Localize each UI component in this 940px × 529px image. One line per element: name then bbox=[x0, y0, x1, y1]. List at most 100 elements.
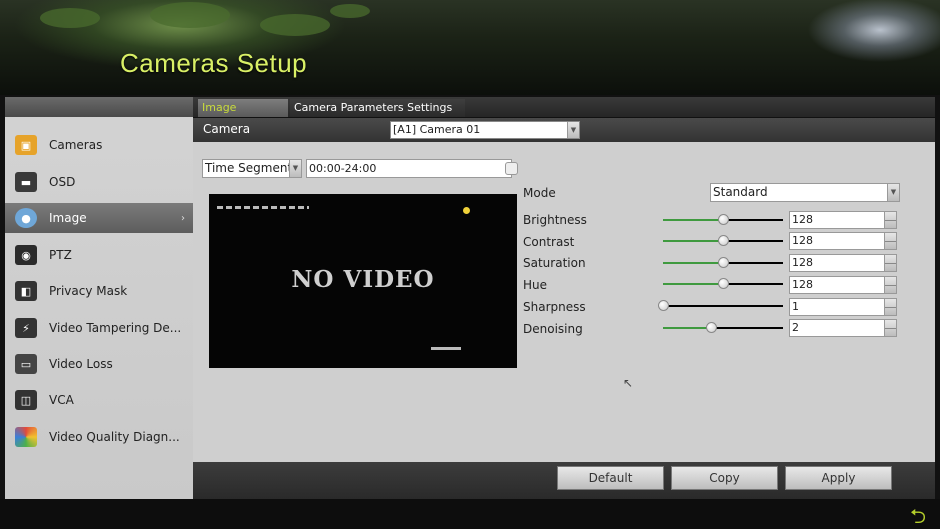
sidebar-item-vca[interactable]: ◫ VCA bbox=[5, 385, 193, 415]
slider-fill bbox=[663, 327, 711, 329]
contrast-slider[interactable] bbox=[663, 235, 783, 246]
copy-button[interactable]: Copy bbox=[671, 466, 778, 490]
privacy-mask-icon: ◧ bbox=[15, 281, 37, 301]
denoising-input[interactable]: 2 bbox=[789, 319, 897, 337]
sidebar-item-video-loss[interactable]: ▭ Video Loss bbox=[5, 349, 193, 379]
contrast-input[interactable]: 128 bbox=[789, 232, 897, 250]
slider-fill bbox=[663, 240, 723, 242]
vca-icon: ◫ bbox=[15, 390, 37, 410]
time-range-field[interactable]: 00:00-24:00 bbox=[306, 159, 512, 178]
default-button[interactable]: Default bbox=[557, 466, 664, 490]
sidebar-item-label: Video Loss bbox=[49, 357, 113, 371]
spin-button[interactable] bbox=[884, 277, 896, 293]
sidebar-item-label: PTZ bbox=[49, 248, 72, 262]
sidebar-item-label: Cameras bbox=[49, 138, 103, 152]
time-segment-select[interactable]: Time Segment ▼ bbox=[202, 159, 302, 178]
sidebar-item-label: VCA bbox=[49, 393, 74, 407]
contrast-value: 128 bbox=[792, 234, 813, 247]
chevron-down-icon[interactable]: ▼ bbox=[567, 122, 579, 138]
tab-camera-parameters[interactable]: Camera Parameters Settings bbox=[290, 99, 465, 117]
slider-fill bbox=[663, 219, 723, 221]
image-icon: ● bbox=[15, 208, 37, 228]
camera-select-value: [A1] Camera 01 bbox=[393, 123, 481, 136]
spin-button[interactable] bbox=[884, 320, 896, 336]
sidebar-item-video-quality[interactable]: Video Quality Diagn... bbox=[5, 422, 193, 452]
slider-handle[interactable] bbox=[706, 322, 717, 333]
sharpness-slider[interactable] bbox=[658, 300, 783, 311]
quality-icon bbox=[15, 427, 37, 447]
mouse-cursor-icon: ↖ bbox=[623, 376, 634, 390]
slider-handle[interactable] bbox=[718, 214, 729, 225]
camera-label: Camera bbox=[203, 122, 251, 136]
denoising-label: Denoising bbox=[523, 322, 583, 336]
no-video-text: NO VIDEO bbox=[291, 266, 435, 293]
sidebar: ▣ Cameras ▬ OSD ● Image › ◉ PTZ ◧ Privac… bbox=[5, 97, 193, 499]
contrast-label: Contrast bbox=[523, 235, 575, 249]
tab-image-settings[interactable]: Image Settings bbox=[198, 99, 288, 132]
sidebar-item-label: Image bbox=[49, 211, 87, 225]
brightness-slider[interactable] bbox=[663, 214, 783, 225]
mode-label: Mode bbox=[523, 186, 556, 200]
sharpness-label: Sharpness bbox=[523, 300, 586, 314]
brightness-value: 128 bbox=[792, 213, 813, 226]
bottom-bar: ⮌ bbox=[0, 499, 940, 529]
slider-handle[interactable] bbox=[718, 257, 729, 268]
tab-bar: Image Settings Camera Parameters Setting… bbox=[193, 97, 935, 132]
sidebar-item-label: Video Quality Diagn... bbox=[49, 430, 180, 444]
sidebar-item-video-tampering[interactable]: ⚡ Video Tampering De... bbox=[5, 313, 193, 343]
sidebar-item-image[interactable]: ● Image › bbox=[5, 203, 193, 233]
sidebar-header bbox=[5, 97, 193, 117]
brightness-label: Brightness bbox=[523, 213, 587, 227]
slider-handle[interactable] bbox=[718, 235, 729, 246]
video-loss-icon: ▭ bbox=[15, 354, 37, 374]
sidebar-item-ptz[interactable]: ◉ PTZ bbox=[5, 240, 193, 270]
slider-fill bbox=[663, 283, 723, 285]
sidebar-item-osd[interactable]: ▬ OSD bbox=[5, 167, 193, 197]
time-edit-button[interactable] bbox=[505, 162, 518, 175]
action-bar: Default Copy Apply bbox=[193, 462, 935, 499]
hue-slider[interactable] bbox=[663, 278, 783, 289]
slider-handle[interactable] bbox=[658, 300, 669, 311]
sharpness-input[interactable]: 1 bbox=[789, 298, 897, 316]
mode-select-value: Standard bbox=[713, 185, 768, 199]
slider-handle[interactable] bbox=[718, 278, 729, 289]
denoising-slider[interactable] bbox=[663, 322, 783, 333]
saturation-input[interactable]: 128 bbox=[789, 254, 897, 272]
chevron-down-icon[interactable]: ▼ bbox=[289, 160, 301, 177]
sidebar-item-cameras[interactable]: ▣ Cameras bbox=[5, 130, 193, 160]
apply-button[interactable]: Apply bbox=[785, 466, 892, 490]
hue-label: Hue bbox=[523, 278, 548, 292]
spin-button[interactable] bbox=[884, 212, 896, 228]
brightness-input[interactable]: 128 bbox=[789, 211, 897, 229]
chevron-down-icon[interactable]: ▼ bbox=[887, 184, 899, 201]
chevron-right-icon: › bbox=[181, 212, 185, 224]
camera-select[interactable]: [A1] Camera 01 ▼ bbox=[390, 121, 580, 139]
sidebar-item-label: Video Tampering De... bbox=[49, 321, 182, 335]
sidebar-item-label: OSD bbox=[49, 175, 76, 189]
saturation-slider[interactable] bbox=[663, 257, 783, 268]
spin-button[interactable] bbox=[884, 255, 896, 271]
spin-button[interactable] bbox=[884, 233, 896, 249]
camera-row: Camera [A1] Camera 01 ▼ bbox=[193, 118, 935, 142]
header-banner: Cameras Setup bbox=[0, 0, 940, 95]
sharpness-value: 1 bbox=[792, 300, 799, 313]
hue-value: 128 bbox=[792, 278, 813, 291]
slider-fill bbox=[663, 262, 723, 264]
back-icon[interactable]: ⮌ bbox=[910, 502, 926, 529]
osd-icon: ▬ bbox=[15, 172, 37, 192]
sidebar-item-privacy-mask[interactable]: ◧ Privacy Mask bbox=[5, 276, 193, 306]
osd-camera-name-overlay bbox=[431, 347, 461, 350]
status-dot-icon bbox=[463, 207, 470, 214]
mode-select[interactable]: Standard ▼ bbox=[710, 183, 900, 202]
denoising-value: 2 bbox=[792, 321, 799, 334]
sidebar-item-label: Privacy Mask bbox=[49, 284, 128, 298]
osd-date-overlay bbox=[217, 206, 309, 209]
lock-icon: ▣ bbox=[15, 135, 37, 155]
hue-input[interactable]: 128 bbox=[789, 276, 897, 294]
image-settings-panel: Time Segment ▼ 00:00-24:00 NO VIDEO Mode… bbox=[193, 142, 935, 462]
saturation-label: Saturation bbox=[523, 256, 586, 270]
saturation-value: 128 bbox=[792, 256, 813, 269]
spin-button[interactable] bbox=[884, 299, 896, 315]
ptz-icon: ◉ bbox=[15, 245, 37, 265]
video-preview: NO VIDEO bbox=[209, 194, 517, 368]
